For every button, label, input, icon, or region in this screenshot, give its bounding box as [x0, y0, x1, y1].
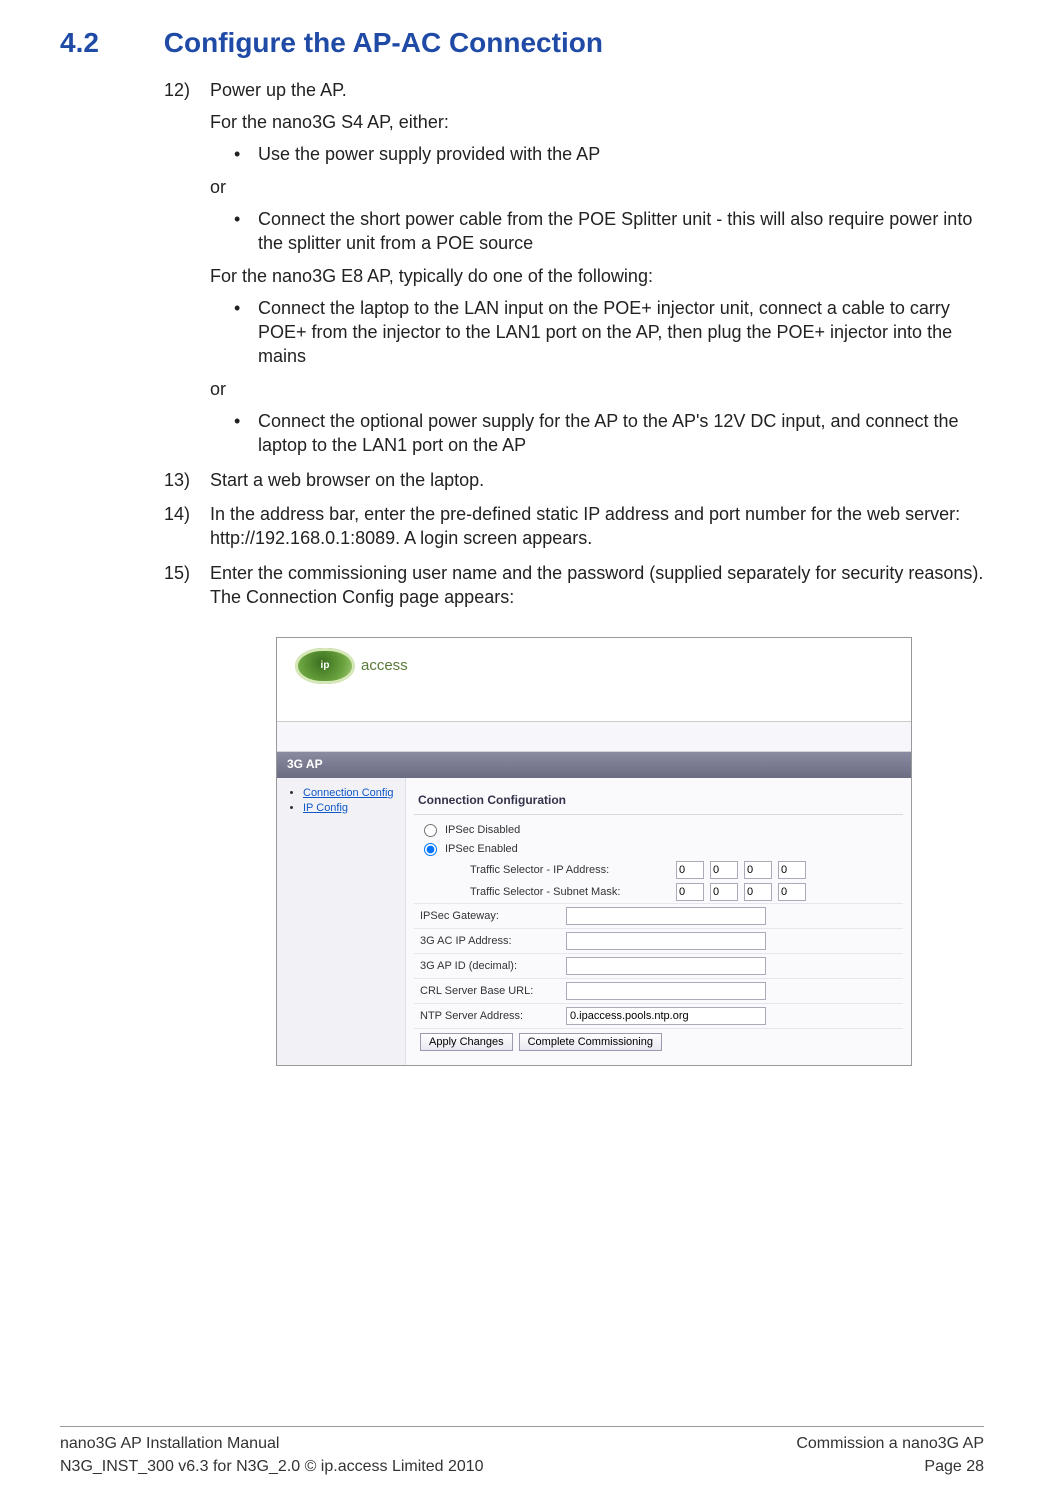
sidebar-item-connection-config[interactable]: Connection Config [303, 786, 399, 801]
ac-ip-row: 3G AC IP Address: [414, 928, 903, 953]
ipsec-gateway-row: IPSec Gateway: [414, 903, 903, 928]
field-label: 3G AP ID (decimal): [420, 959, 560, 974]
ts-mask-octet-2[interactable] [710, 883, 738, 901]
section-title: Configure the AP-AC Connection [164, 27, 603, 58]
crl-url-input[interactable] [566, 982, 766, 1000]
ipaccess-logo: ip access [295, 648, 408, 684]
bullet-mark: • [234, 142, 258, 166]
step-number: 15) [164, 561, 210, 610]
sidebar-link[interactable]: IP Config [303, 802, 348, 814]
s4-intro: For the nano3G S4 AP, either: [210, 110, 984, 134]
field-label: CRL Server Base URL: [420, 984, 560, 999]
e8-intro: For the nano3G E8 AP, typically do one o… [210, 264, 984, 288]
page-footer: nano3G AP Installation Manual N3G_INST_3… [60, 1426, 984, 1478]
crl-url-row: CRL Server Base URL: [414, 978, 903, 1003]
ts-ip-octet-4[interactable] [778, 861, 806, 879]
step-14: 14) In the address bar, enter the pre-de… [164, 502, 984, 551]
bullet-item: • Connect the laptop to the LAN input on… [234, 296, 984, 369]
step-number: 14) [164, 502, 210, 551]
ap-id-input[interactable] [566, 957, 766, 975]
ts-mask-label: Traffic Selector - Subnet Mask: [470, 885, 670, 900]
connection-config-screenshot: ip access 3G AP Connection Config IP Con… [276, 637, 912, 1066]
step-13: 13) Start a web browser on the laptop. [164, 468, 984, 492]
bullet-text: Use the power supply provided with the A… [258, 142, 600, 166]
bullet-item: • Use the power supply provided with the… [234, 142, 984, 166]
sidebar: Connection Config IP Config [277, 778, 405, 1065]
footer-right: Commission a nano3G AP Page 28 [796, 1433, 984, 1478]
step-body: Start a web browser on the laptop. [210, 468, 984, 492]
ntp-row: NTP Server Address: [414, 1003, 903, 1028]
ipsec-enabled-label: IPSec Enabled [445, 842, 518, 857]
ts-ip-octet-3[interactable] [744, 861, 772, 879]
ipsec-enabled-radio[interactable] [424, 843, 437, 856]
field-label: NTP Server Address: [420, 1009, 560, 1024]
ts-ip-octet-2[interactable] [710, 861, 738, 879]
step-12: 12) Power up the AP. For the nano3G S4 A… [164, 78, 984, 458]
shot-tabbar [277, 722, 911, 752]
tab-3g-ap[interactable]: 3G AP [277, 752, 911, 778]
ap-id-row: 3G AP ID (decimal): [414, 953, 903, 978]
step-number: 12) [164, 78, 210, 458]
bullet-text: Connect the laptop to the LAN input on t… [258, 296, 984, 369]
complete-commissioning-button[interactable]: Complete Commissioning [519, 1033, 662, 1051]
step-15: 15) Enter the commissioning user name an… [164, 561, 984, 610]
sidebar-item-ip-config[interactable]: IP Config [303, 801, 399, 816]
ac-ip-input[interactable] [566, 932, 766, 950]
footer-left: nano3G AP Installation Manual N3G_INST_3… [60, 1433, 484, 1478]
ipsec-disabled-label: IPSec Disabled [445, 823, 520, 838]
traffic-selector-mask-row: Traffic Selector - Subnet Mask: [414, 881, 903, 903]
bullet-mark: • [234, 296, 258, 369]
step-lead: Power up the AP. [210, 78, 984, 102]
section-number: 4.2 [60, 24, 156, 62]
ts-mask-octet-1[interactable] [676, 883, 704, 901]
section-heading: 4.2 Configure the AP-AC Connection [60, 24, 984, 62]
ipsec-disabled-option[interactable]: IPSec Disabled [414, 821, 903, 840]
ts-ip-label: Traffic Selector - IP Address: [470, 863, 670, 878]
ts-mask-octet-3[interactable] [744, 883, 772, 901]
apply-changes-button[interactable]: Apply Changes [420, 1033, 513, 1051]
step-body: In the address bar, enter the pre-define… [210, 502, 984, 551]
logo-ip-text: ip [321, 659, 330, 673]
ts-mask-octet-4[interactable] [778, 883, 806, 901]
field-label: 3G AC IP Address: [420, 934, 560, 949]
step-body: Power up the AP. For the nano3G S4 AP, e… [210, 78, 984, 458]
ipsec-enabled-option[interactable]: IPSec Enabled [414, 840, 903, 859]
shot-header: ip access [277, 638, 911, 722]
ts-ip-octet-1[interactable] [676, 861, 704, 879]
steps-container: 12) Power up the AP. For the nano3G S4 A… [164, 78, 984, 609]
step-number: 13) [164, 468, 210, 492]
logo-bubble-icon: ip [295, 648, 355, 684]
or-separator: or [210, 377, 984, 401]
tab-label: 3G AP [287, 757, 323, 771]
bullet-mark: • [234, 409, 258, 458]
panel-title: Connection Configuration [414, 786, 903, 815]
main-panel: Connection Configuration IPSec Disabled … [405, 778, 911, 1065]
bullet-text: Connect the short power cable from the P… [258, 207, 984, 256]
field-label: IPSec Gateway: [420, 909, 560, 924]
footer-chapter: Commission a nano3G AP [796, 1433, 984, 1455]
footer-page-number: Page 28 [796, 1456, 984, 1478]
footer-manual-title: nano3G AP Installation Manual [60, 1433, 484, 1455]
traffic-selector-ip-row: Traffic Selector - IP Address: [414, 859, 903, 881]
bullet-item: • Connect the optional power supply for … [234, 409, 984, 458]
ipsec-gateway-input[interactable] [566, 907, 766, 925]
footer-doc-id: N3G_INST_300 v6.3 for N3G_2.0 © ip.acces… [60, 1456, 484, 1478]
shot-body: Connection Config IP Config Connection C… [277, 778, 911, 1065]
logo-access-text: access [361, 656, 408, 676]
button-row: Apply Changes Complete Commissioning [414, 1028, 903, 1055]
sidebar-link[interactable]: Connection Config [303, 787, 394, 799]
or-separator: or [210, 175, 984, 199]
bullet-item: • Connect the short power cable from the… [234, 207, 984, 256]
bullet-mark: • [234, 207, 258, 256]
bullet-text: Connect the optional power supply for th… [258, 409, 984, 458]
step-body: Enter the commissioning user name and th… [210, 561, 984, 610]
ntp-input[interactable] [566, 1007, 766, 1025]
ipsec-disabled-radio[interactable] [424, 824, 437, 837]
